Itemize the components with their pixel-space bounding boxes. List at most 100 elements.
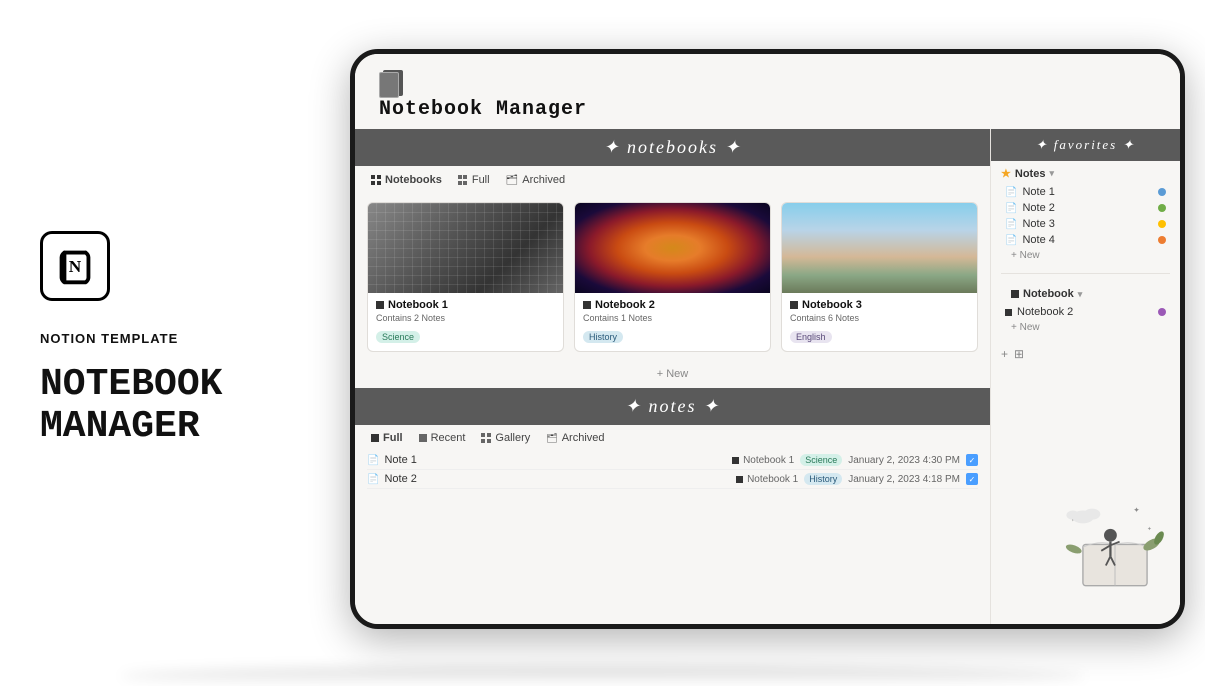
left-branding-panel: N NOTION TEMPLATE NOTEBOOK MANAGER — [0, 0, 350, 678]
favorites-notes-title: ★ Notes ▾ — [1001, 167, 1170, 180]
favorites-notebook-title: Notebook ▾ — [1001, 284, 1170, 304]
notebook-card-image-1 — [368, 203, 563, 293]
note-item-right-2: Notebook 1 History January 2, 2023 4:18 … — [736, 473, 978, 485]
notebooks-grid: Notebook 1 Contains 2 Notes Science — [355, 194, 990, 360]
sidebar-note-2[interactable]: 📄 Note 2 — [1001, 200, 1170, 216]
right-sidebar: ✦ favorites ✦ ★ Notes ▾ 📄 Note 1 — [990, 129, 1180, 624]
sidebar-notebook-2[interactable]: Notebook 2 — [1001, 304, 1170, 320]
doc-icon-2: 📄 — [1005, 203, 1017, 214]
sidebar-note-3-left: 📄 Note 3 — [1005, 218, 1055, 230]
app-title: Notebook Manager — [379, 98, 1156, 121]
sidebar-note-2-left: 📄 Note 2 — [1005, 202, 1055, 214]
sidebar-bottom-icons: + ⊞ — [991, 341, 1180, 367]
nb-list-icon — [1011, 290, 1019, 298]
app-inner: Notebook Manager ✦ notebooks ✦ — [355, 54, 1180, 624]
doc-icon-1: 📄 — [1005, 187, 1017, 198]
color-dot-2 — [1158, 204, 1166, 212]
note-checkbox-1[interactable]: ✓ — [966, 454, 978, 466]
sidebar-divider — [1001, 273, 1170, 274]
notebook-card-2[interactable]: Notebook 2 Contains 1 Notes History — [574, 202, 771, 352]
tab-notes-full[interactable]: Full — [367, 430, 407, 446]
notes-section-header: ✦ notes ✦ — [355, 388, 990, 425]
header-notebook-icon — [379, 70, 403, 98]
notes-new-button[interactable]: + New — [1001, 248, 1170, 263]
app-content: ✦ notebooks ✦ Notebooks — [355, 129, 1180, 624]
nb-notes-count-3: Contains 6 Notes — [790, 313, 969, 323]
notebooks-new-button[interactable]: + New — [355, 360, 990, 388]
product-title-line2: MANAGER — [40, 406, 222, 448]
note-item-right-1: Notebook 1 Science January 2, 2023 4:30 … — [732, 454, 978, 466]
sidebar-notebook-2-left: Notebook 2 — [1005, 306, 1073, 318]
nb-notes-count-2: Contains 1 Notes — [583, 313, 762, 323]
note-doc-icon-1: 📄 — [367, 455, 379, 466]
notebook-card-image-2 — [575, 203, 770, 293]
notes-tabs-row: Full Recent — [355, 425, 990, 451]
notion-logo: N — [40, 231, 110, 301]
notebook-card-body-2: Notebook 2 Contains 1 Notes History — [575, 293, 770, 351]
note-checkbox-2[interactable]: ✓ — [966, 473, 978, 485]
tab-notes-recent[interactable]: Recent — [415, 430, 470, 446]
svg-text:N: N — [69, 256, 82, 275]
product-title-line1: NOTEBOOK — [40, 364, 222, 406]
sidebar-note-4[interactable]: 📄 Note 4 — [1001, 232, 1170, 248]
notebook-card-body-1: Notebook 1 Contains 2 Notes Science — [368, 293, 563, 351]
table-icon[interactable]: ⊞ — [1014, 347, 1024, 361]
notebooks-section-header: ✦ notebooks ✦ — [355, 129, 990, 166]
notebook-new-button[interactable]: + New — [1001, 320, 1170, 335]
nb-square-icon-2 — [583, 301, 591, 309]
notebook-card-3[interactable]: Notebook 3 Contains 6 Notes English — [781, 202, 978, 352]
tab-notes-gallery[interactable]: Gallery — [477, 430, 534, 446]
center-panel: ✦ notebooks ✦ Notebooks — [355, 129, 990, 624]
sidebar-note-3[interactable]: 📄 Note 3 — [1001, 216, 1170, 232]
tab-notes-archived[interactable]: 🗂 Archived — [542, 430, 608, 446]
nb-tag-2: History — [583, 331, 623, 343]
notebooks-tabs-row: Notebooks Full 🗂 — [355, 166, 990, 194]
nb-square-icon-3 — [790, 301, 798, 309]
note-tag-1: Science — [800, 454, 842, 466]
notes-tab-recent-icon — [419, 434, 427, 442]
note-nb-icon-2 — [736, 476, 743, 483]
color-dot-1 — [1158, 188, 1166, 196]
notebook-name-2: Notebook 2 — [583, 299, 762, 311]
nb-square-icon-sb — [1005, 309, 1012, 316]
notebook-card-1[interactable]: Notebook 1 Contains 2 Notes Science — [367, 202, 564, 352]
product-title: NOTEBOOK MANAGER — [40, 364, 222, 448]
tab-archived[interactable]: 🗂 Archived — [502, 172, 570, 188]
notes-tab-archived-icon: 🗂 — [546, 433, 557, 444]
nb-notes-count-1: Contains 2 Notes — [376, 313, 555, 323]
notebook-card-body-3: Notebook 3 Contains 6 Notes English — [782, 293, 977, 351]
color-dot-nb — [1158, 308, 1166, 316]
notes-tab-full-icon — [371, 434, 379, 442]
favorites-header: ✦ favorites ✦ — [991, 129, 1180, 161]
notes-list: 📄 Note 1 Notebook 1 Science Janu — [355, 451, 990, 497]
tab-notebooks-icon — [371, 175, 381, 185]
svg-text:✦: ✦ — [1133, 505, 1139, 514]
notes-tab-gallery-icon — [481, 433, 491, 443]
brand-label: NOTION TEMPLATE — [40, 331, 178, 346]
illustration: ✦ ✦ ✦ — [1060, 494, 1170, 604]
tab-full[interactable]: Full — [454, 172, 494, 188]
notebook-card-image-3 — [782, 203, 977, 293]
sidebar-note-1[interactable]: 📄 Note 1 — [1001, 184, 1170, 200]
notebook-name-3: Notebook 3 — [790, 299, 969, 311]
tab-archived-icon: 🗂 — [506, 175, 519, 186]
notes-section: ✦ notes ✦ Full Recent — [355, 388, 990, 497]
sidebar-note-1-left: 📄 Note 1 — [1005, 186, 1055, 198]
svg-text:✦: ✦ — [1147, 526, 1152, 533]
favorites-notes-group: ★ Notes ▾ 📄 Note 1 — [991, 161, 1180, 269]
tab-notebooks[interactable]: Notebooks — [367, 172, 446, 188]
note-list-item-2[interactable]: 📄 Note 2 Notebook 1 History Janu — [367, 470, 978, 489]
note-tag-2: History — [804, 473, 842, 485]
device-frame: Notebook Manager ✦ notebooks ✦ — [350, 49, 1185, 629]
note-list-item-1[interactable]: 📄 Note 1 Notebook 1 Science Janu — [367, 451, 978, 470]
nb-square-icon-1 — [376, 301, 384, 309]
star-icon: ★ — [1001, 167, 1011, 180]
color-dot-4 — [1158, 236, 1166, 244]
app-header: Notebook Manager — [355, 54, 1180, 129]
note-item-left-1: 📄 Note 1 — [367, 454, 417, 466]
nb-tag-3: English — [790, 331, 832, 343]
plus-icon[interactable]: + — [1001, 347, 1008, 361]
color-dot-3 — [1158, 220, 1166, 228]
note-notebook-ref-1: Notebook 1 — [732, 455, 794, 466]
chevron-down-notebook: ▾ — [1078, 289, 1083, 300]
